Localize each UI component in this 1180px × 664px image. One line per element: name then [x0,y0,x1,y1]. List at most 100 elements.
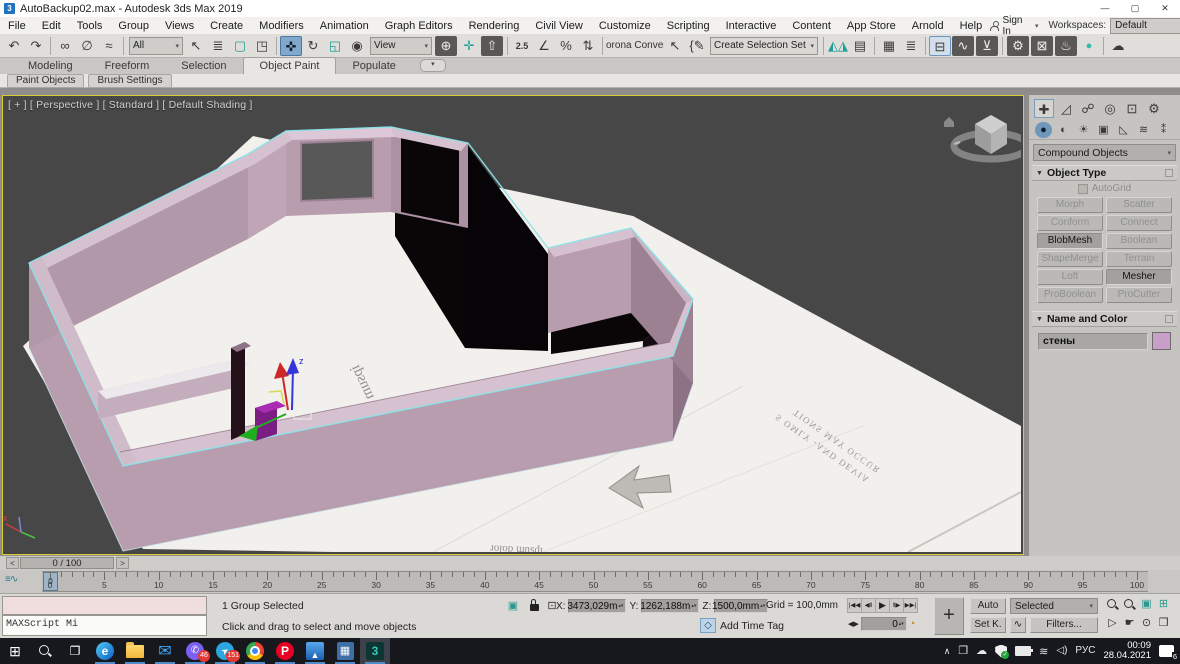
ribbon-tab-freeform[interactable]: Freeform [89,59,166,74]
space-warps-category-icon[interactable]: ≋ [1135,122,1152,138]
lights-category-icon[interactable]: ☀ [1075,122,1092,138]
utilities-tab-icon[interactable]: ⚙ [1144,99,1164,118]
ribbon-tab-modeling[interactable]: Modeling [12,59,89,74]
select-and-scale-icon[interactable]: ◱ [324,36,346,56]
previous-frame-playback-button[interactable]: ◀‖ [861,598,876,613]
systems-category-icon[interactable]: ⁑ [1155,122,1172,138]
viewport[interactable]: [ + ] [ Perspective ] [ Standard ] [ Def… [2,95,1024,555]
tray-expand-caret[interactable]: ∧ [944,638,951,664]
wifi-icon[interactable]: ≋ [1039,645,1048,658]
set-key-button[interactable]: Set K. [970,617,1006,633]
ribbon-toggle-icon[interactable]: ⊟ [929,36,951,56]
workspace-dropdown[interactable]: Default ▾ [1110,18,1180,34]
menu-customize[interactable]: Customize [591,18,659,34]
display-tab-icon[interactable]: ⊡ [1122,99,1142,118]
redo-icon[interactable]: ↷ [25,36,47,56]
menu-app-store[interactable]: App Store [839,18,904,34]
zoom-extents-icon[interactable]: ▣ [1138,597,1155,613]
menu-help[interactable]: Help [952,18,991,34]
menu-arnold[interactable]: Arnold [904,18,952,34]
ribbon-subtab-brush-settings[interactable]: Brush Settings [88,74,171,88]
undo-icon[interactable]: ↶ [3,36,25,56]
selection-lock-toggle[interactable] [530,604,539,611]
viewport-label[interactable]: [ + ] [ Perspective ] [ Standard ] [ Def… [8,99,253,111]
maxscript-mini-listener[interactable]: MAXScript Mi [2,615,207,636]
select-and-link-icon[interactable]: ∞ [54,36,76,56]
keyboard-shortcut-override-icon[interactable]: ⇧ [481,36,503,56]
menu-content[interactable]: Content [784,18,839,34]
edit-named-selection-sets-icon[interactable]: {✎ [686,36,708,56]
mirror-icon[interactable]: ◭◮ [827,36,849,56]
name-color-header[interactable]: ▼ Name and Color [1032,311,1177,327]
select-object-icon[interactable]: ↖ [185,36,207,56]
pan-icon[interactable]: ☛ [1121,616,1138,632]
zoom-all-icon[interactable] [1121,597,1138,613]
create-tab-icon[interactable]: ✚ [1034,99,1054,118]
taskbar-chrome[interactable] [240,638,270,664]
menu-civil-view[interactable]: Civil View [527,18,590,34]
motion-tab-icon[interactable]: ◎ [1100,99,1120,118]
geometry-category-icon[interactable]: ● [1035,122,1052,138]
autogrid-checkbox[interactable] [1078,184,1088,194]
current-frame-field[interactable]: 0▴▾ [861,617,907,631]
ribbon-overflow-button[interactable]: ▾ [420,59,446,72]
next-frame-playback-button[interactable]: ‖▶ [889,598,904,613]
object-type-boolean[interactable]: Boolean [1106,233,1172,249]
y-coordinate-field[interactable]: 1262,188m▴▾ [641,599,699,613]
object-type-connect[interactable]: Connect [1106,215,1172,231]
render-in-cloud-icon[interactable]: ☁ [1107,36,1129,56]
layer-manager-icon[interactable]: ≣ [900,36,922,56]
select-and-manipulate-icon[interactable]: ✛ [458,36,480,56]
your-phone-icon[interactable]: ❐ [958,638,968,664]
ribbon-subtab-paint-objects[interactable]: Paint Objects [7,74,84,88]
angle-snap-toggle-icon[interactable]: ∠ [533,36,555,56]
clock[interactable]: 00:09 28.04.2021 [1103,641,1151,662]
select-and-rotate-icon[interactable]: ↻ [302,36,324,56]
taskbar-telegram[interactable]: ➤151 [210,638,240,664]
add-time-tag[interactable]: ◇ Add Time Tag [700,618,784,633]
viewport-canvas[interactable]: ipsum S OMLY -AND DEVIA TIONS MAY OCCUR … [3,96,1021,552]
menu-file[interactable]: File [0,18,34,34]
taskbar-search[interactable] [30,638,60,664]
spinner-icon[interactable]: ▴▾ [618,604,623,609]
next-frame-button[interactable]: > [116,557,129,569]
taskbar-task-view[interactable]: ❐ [60,638,90,664]
object-type-scatter[interactable]: Scatter [1106,197,1172,213]
object-type-proboolean[interactable]: ProBoolean [1037,287,1103,303]
menu-scripting[interactable]: Scripting [659,18,718,34]
previous-frame-button[interactable]: < [6,557,19,569]
object-type-header[interactable]: ▼ Object Type [1032,165,1177,181]
object-type-loft[interactable]: Loft [1037,269,1103,285]
taskbar-mail[interactable]: ✉ [150,638,180,664]
key-mode-toggle[interactable]: ◔ [909,618,916,630]
helpers-category-icon[interactable]: ◺ [1115,122,1132,138]
hierarchy-tab-icon[interactable]: ☍ [1078,99,1098,118]
object-color-swatch[interactable] [1152,332,1171,350]
spinner-icon[interactable]: ▴▾ [691,604,696,609]
menu-views[interactable]: Views [157,18,202,34]
object-name-field[interactable]: стены [1038,333,1148,350]
zoom-icon[interactable] [1104,597,1121,613]
taskbar-calculator[interactable]: ▦ [330,638,360,664]
selected-key-dropdown[interactable]: Selected ▾ [1010,598,1098,614]
maximize-viewport-icon[interactable]: ❒ [1155,616,1172,632]
object-type-mesher[interactable]: Mesher [1106,269,1172,285]
rectangular-selection-region-icon[interactable]: ▢ [229,36,251,56]
percent-snap-toggle-icon[interactable]: % [555,36,577,56]
selection-filter-dropdown[interactable]: All▾ [129,37,183,55]
render-lights-icon[interactable]: ● [1078,36,1100,56]
object-type-shapemerge[interactable]: ShapeMerge [1037,251,1103,267]
unlink-selection-icon[interactable]: ∅ [76,36,98,56]
menu-tools[interactable]: Tools [69,18,111,34]
curve-editor-icon[interactable]: ∿ [952,36,974,56]
taskbar-photos[interactable]: ▲ [300,638,330,664]
notification-center[interactable]: 6 [1159,645,1174,657]
rendered-frame-window-icon[interactable]: ⊠ [1031,36,1053,56]
snaps-toggle-2-5d-icon[interactable]: 2.5 [511,36,533,56]
ribbon-tab-populate[interactable]: Populate [336,59,411,74]
menu-edit[interactable]: Edit [34,18,69,34]
scene-explorer-icon[interactable]: ▦ [878,36,900,56]
select-and-place-icon[interactable]: ◉ [346,36,368,56]
menu-group[interactable]: Group [110,18,157,34]
isolate-selection-toggle[interactable]: ▣ [505,599,521,614]
